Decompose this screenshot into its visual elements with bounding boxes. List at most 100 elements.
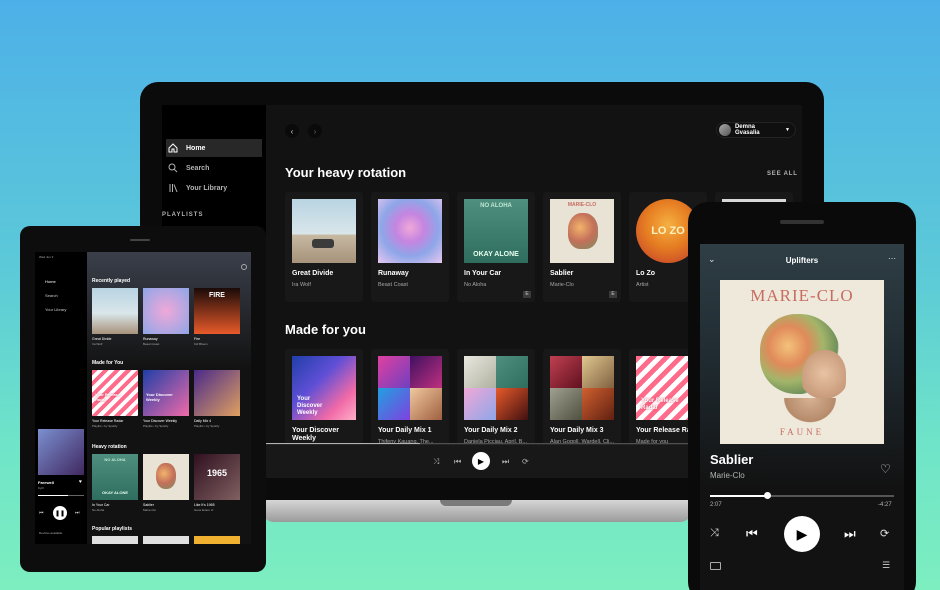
previous-track-icon[interactable]: ⏮ xyxy=(454,457,461,467)
tablet-pause-button[interactable]: ❚❚ xyxy=(53,506,67,520)
sidebar-item-label: Your Library xyxy=(186,184,228,192)
user-menu[interactable]: Demna Gvasalia ▼ xyxy=(716,122,796,138)
album-caption: Fire xyxy=(194,337,201,341)
heart-icon[interactable]: ♥ xyxy=(79,479,82,485)
card-title: In Your Car xyxy=(464,270,502,277)
playlist-art[interactable] xyxy=(194,536,240,544)
album-card-sablier[interactable]: MARIE-CLO Sablier Marie-Clo E xyxy=(543,192,621,302)
playlist-art[interactable] xyxy=(143,536,189,544)
avatar xyxy=(719,124,731,136)
album-art-text: FAUNE xyxy=(779,427,825,437)
album-card-great-divide[interactable]: Great Divide Ira Wolf xyxy=(285,192,363,302)
album-art[interactable]: FIRE xyxy=(194,288,240,334)
play-button[interactable]: ▶ xyxy=(472,452,490,470)
phone-speaker xyxy=(780,220,824,224)
sidebar-item-label: Home xyxy=(186,144,206,152)
queue-icon[interactable]: ☰ xyxy=(882,560,890,571)
album-art-text: OKAY ALONE xyxy=(101,490,129,495)
playlist-art xyxy=(550,356,614,420)
previous-track-icon[interactable]: ⏮ xyxy=(39,510,44,516)
next-track-icon[interactable]: ⏭ xyxy=(844,526,856,542)
album-art xyxy=(292,199,356,263)
phone-play-button[interactable]: ▶ xyxy=(784,516,820,552)
play-icon: ▶ xyxy=(477,456,485,466)
sidebar-item-home[interactable]: Home xyxy=(166,139,262,157)
forward-button[interactable]: › xyxy=(308,124,322,138)
playlist-art[interactable] xyxy=(194,370,240,416)
more-options-icon[interactable]: ⋯ xyxy=(888,254,896,263)
heart-icon[interactable]: ♡ xyxy=(880,462,891,476)
chevron-right-icon: › xyxy=(313,126,317,136)
tablet-nav-home[interactable]: Home xyxy=(45,279,56,284)
card-subtitle: No Aloha xyxy=(464,282,487,288)
previous-track-icon[interactable]: ⏮ xyxy=(746,526,758,542)
playlist-art[interactable]: Your Release Radar xyxy=(92,370,138,416)
album-art[interactable] xyxy=(92,288,138,334)
album-subcaption: Beast Coast xyxy=(143,342,160,346)
phone-progress-fill xyxy=(710,495,767,497)
playlist-art[interactable]: Your Discover Weekly xyxy=(143,370,189,416)
tablet-nav-search[interactable]: Search xyxy=(45,293,58,298)
playlist-subcaption: Playlist • by Spotify xyxy=(143,424,169,428)
album-subcaption: Ira Wolf xyxy=(92,342,103,346)
album-caption: Sablier xyxy=(143,503,154,507)
back-button[interactable]: ‹ xyxy=(285,124,299,138)
recently-played-title: Recently played xyxy=(92,278,131,284)
album-art[interactable] xyxy=(143,288,189,334)
playlist-art-text: Your Release Radar xyxy=(95,392,121,402)
card-subtitle: Beast Coast xyxy=(378,282,408,288)
album-art[interactable] xyxy=(143,454,189,500)
next-track-icon[interactable]: ⏭ xyxy=(502,457,509,467)
album-caption: In Your Car xyxy=(92,503,110,507)
album-subcaption: Kid Bloom xyxy=(194,342,208,346)
playlist-subcaption: Playlist • by Spotify xyxy=(194,424,220,428)
phone-progress-handle[interactable] xyxy=(764,492,771,499)
playlist-art[interactable] xyxy=(92,536,138,544)
playlist-art xyxy=(464,356,528,420)
tablet-main: Recently played FIRE Great Divide Ira Wo… xyxy=(87,252,251,544)
sidebar-item-search[interactable]: Search xyxy=(166,159,262,177)
album-caption: Runaway xyxy=(143,337,158,341)
chevron-left-icon: ‹ xyxy=(290,126,294,136)
repeat-icon[interactable]: ⟳ xyxy=(522,457,529,466)
settings-gear-icon[interactable] xyxy=(241,264,247,270)
card-subtitle: Artist xyxy=(636,282,649,288)
tablet-nav-library[interactable]: Your Library xyxy=(45,307,66,312)
library-icon xyxy=(169,184,178,193)
now-playing-artist: Kyril xyxy=(38,486,44,490)
sidebar-item-library[interactable]: Your Library xyxy=(166,179,262,197)
made-for-you-title: Made for you xyxy=(285,322,366,337)
album-art[interactable]: 1965 xyxy=(194,454,240,500)
card-title: Runaway xyxy=(378,270,409,277)
playlist-art: Your Discover Weekly xyxy=(292,356,356,420)
card-title: Lo Zo xyxy=(636,270,656,277)
devices-available[interactable]: Devices available xyxy=(39,531,62,535)
shuffle-icon[interactable]: ⤨ xyxy=(433,457,439,467)
card-title: Your Discover Weekly xyxy=(292,427,339,442)
card-subtitle: Marie-Clo xyxy=(550,282,574,288)
album-card-runaway[interactable]: Runaway Beast Coast xyxy=(371,192,449,302)
explicit-badge: E xyxy=(523,291,531,298)
card-title: Your Daily Mix 2 xyxy=(464,427,518,434)
repeat-icon[interactable]: ⟳ xyxy=(880,527,889,540)
card-title: Your Daily Mix 1 xyxy=(378,427,432,434)
phone-artist-name[interactable]: Marie-Clo xyxy=(710,471,745,480)
album-caption: Like It's 1965 xyxy=(194,503,215,507)
card-title: Great Divide xyxy=(292,270,334,277)
next-track-icon[interactable]: ⏭ xyxy=(75,510,80,516)
playlist-art-text: Your Release Radar xyxy=(641,398,679,411)
heavy-rotation-title: Heavy rotation xyxy=(92,444,127,450)
caret-down-icon: ▼ xyxy=(785,127,790,133)
see-all-link[interactable]: SEE ALL xyxy=(767,171,798,177)
playlist-art-text: Your Discover Weekly xyxy=(297,396,323,416)
pause-icon: ❚❚ xyxy=(54,510,66,517)
album-art: MARIE-CLO xyxy=(550,199,614,263)
shuffle-icon[interactable]: ⤨ xyxy=(710,527,719,540)
playlists-heading: PLAYLISTS xyxy=(162,212,204,218)
tablet-sidebar: Wed Jun 3 Home Search Your Library Farew… xyxy=(35,252,87,544)
album-art[interactable]: NO ALOHA OKAY ALONE xyxy=(92,454,138,500)
status-time: Wed Jun 3 xyxy=(39,255,54,259)
album-card-in-your-car[interactable]: NO ALOHA OKAY ALONE In Your Car No Aloha… xyxy=(457,192,535,302)
card-title: Your Daily Mix 3 xyxy=(550,427,604,434)
devices-icon[interactable] xyxy=(710,562,721,570)
